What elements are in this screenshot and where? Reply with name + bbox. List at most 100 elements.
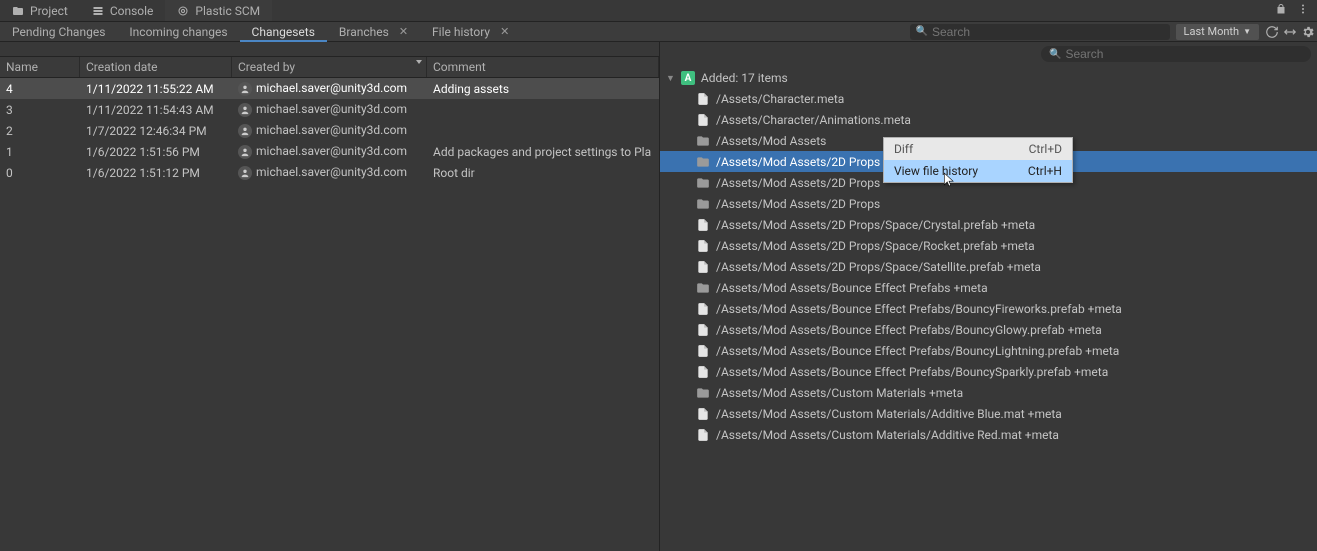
context-menu: Diff Ctrl+D View file historyCtrl+H <box>883 137 1073 183</box>
added-group-label: Added: 17 items <box>701 71 788 85</box>
subtab-branches[interactable]: Branches✕ <box>327 22 420 41</box>
changesets-body: 41/11/2022 11:55:22 AMmichael.saver@unit… <box>0 78 659 183</box>
file-tree-item[interactable]: /Assets/Mod Assets/Bounce Effect Prefabs… <box>660 340 1317 361</box>
cell-created-by: michael.saver@unity3d.com <box>232 144 427 159</box>
folder-icon <box>12 5 24 17</box>
refresh-button[interactable] <box>1263 23 1281 41</box>
global-search-input[interactable] <box>932 25 1164 39</box>
cell-date: 1/11/2022 11:54:43 AM <box>80 103 232 117</box>
file-path-label: /Assets/Mod Assets <box>716 134 826 148</box>
plastic-icon <box>177 5 189 17</box>
context-menu-item[interactable]: Diff Ctrl+D <box>884 138 1072 160</box>
cell-comment: Adding assets <box>427 82 659 96</box>
right-search-box[interactable]: 🔍 <box>1041 46 1311 62</box>
mouse-cursor <box>942 170 956 188</box>
added-badge-icon: A <box>681 71 695 85</box>
file-tree-item[interactable]: /Assets/Mod Assets/Bounce Effect Prefabs… <box>660 361 1317 382</box>
subtab-changesets[interactable]: Changesets <box>240 22 327 41</box>
file-path-label: /Assets/Character/Animations.meta <box>716 113 911 127</box>
file-tree-item[interactable]: /Assets/Mod Assets/2D Props/Space/Crysta… <box>660 214 1317 235</box>
file-tree-item[interactable]: /Assets/Mod Assets/Bounce Effect Prefabs… <box>660 298 1317 319</box>
file-path-label: /Assets/Mod Assets/Bounce Effect Prefabs… <box>716 323 1102 337</box>
file-icon <box>696 302 710 316</box>
file-tree-item[interactable]: /Assets/Mod Assets/2D Props/Space/Satell… <box>660 256 1317 277</box>
file-tree-item[interactable]: /Assets/Mod Assets/Bounce Effect Prefabs… <box>660 277 1317 298</box>
cell-date: 1/11/2022 11:55:22 AM <box>80 82 232 96</box>
main-content: Name Creation date Created by Comment 41… <box>0 42 1317 551</box>
folder-icon <box>696 134 710 148</box>
settings-button[interactable] <box>1299 23 1317 41</box>
cell-name: 4 <box>0 82 80 96</box>
file-tree-item[interactable]: /Assets/Mod Assets/Custom Materials/Addi… <box>660 403 1317 424</box>
file-path-label: /Assets/Mod Assets/Bounce Effect Prefabs… <box>716 365 1108 379</box>
col-name[interactable]: Name <box>0 57 80 77</box>
folder-icon <box>696 386 710 400</box>
subtab-file-history[interactable]: File history✕ <box>420 22 521 41</box>
file-icon <box>696 92 710 106</box>
subtab-incoming-changes[interactable]: Incoming changes <box>117 22 239 41</box>
file-path-label: /Assets/Mod Assets/Bounce Effect Prefabs… <box>716 302 1122 316</box>
col-comment[interactable]: Comment <box>427 57 659 77</box>
changeset-row[interactable]: 01/6/2022 1:51:12 PMmichael.saver@unity3… <box>0 162 659 183</box>
subtab-pending-changes[interactable]: Pending Changes <box>0 22 117 41</box>
folder-icon <box>696 281 710 295</box>
right-search-input[interactable] <box>1065 47 1303 61</box>
file-path-label: /Assets/Mod Assets/2D Props <box>716 176 880 190</box>
file-path-label: /Assets/Mod Assets/Custom Materials/Addi… <box>716 428 1059 442</box>
file-tree-item[interactable]: /Assets/Mod Assets/Custom Materials +met… <box>660 382 1317 403</box>
added-group-header[interactable]: ▼ A Added: 17 items <box>660 68 1317 88</box>
cell-name: 0 <box>0 166 80 180</box>
changes-panel: 🔍 ▼ A Added: 17 items /Assets/Character.… <box>660 42 1317 551</box>
avatar-icon <box>238 166 252 180</box>
cell-created-by: michael.saver@unity3d.com <box>232 102 427 117</box>
file-tree-item[interactable]: /Assets/Mod Assets/2D Props/Space/Rocket… <box>660 235 1317 256</box>
file-icon <box>696 365 710 379</box>
file-tree-item[interactable]: /Assets/Mod Assets/Custom Materials/Addi… <box>660 424 1317 445</box>
cell-created-by: michael.saver@unity3d.com <box>232 123 427 138</box>
file-tree-item[interactable]: /Assets/Character/Animations.meta <box>660 109 1317 130</box>
folder-icon <box>696 197 710 211</box>
changeset-row[interactable]: 11/6/2022 1:51:56 PMmichael.saver@unity3… <box>0 141 659 162</box>
col-creation-date[interactable]: Creation date <box>80 57 232 77</box>
ctx-shortcut: Ctrl+D <box>1029 142 1062 156</box>
date-filter-dropdown[interactable]: Last Month ▼ <box>1176 24 1259 40</box>
col-created-by[interactable]: Created by <box>232 57 427 77</box>
cell-name: 3 <box>0 103 80 117</box>
file-tree-item[interactable]: /Assets/Mod Assets/2D Props <box>660 193 1317 214</box>
folder-icon <box>696 155 710 169</box>
tab-project[interactable]: Project <box>0 0 80 21</box>
file-icon <box>696 239 710 253</box>
cell-comment: Root dir <box>427 166 659 180</box>
folder-icon <box>696 176 710 190</box>
file-path-label: /Assets/Mod Assets/Bounce Effect Prefabs… <box>716 344 1119 358</box>
file-icon <box>696 218 710 232</box>
chevron-down-icon: ▼ <box>1243 27 1251 36</box>
file-icon <box>696 344 710 358</box>
kebab-icon[interactable] <box>1297 3 1309 18</box>
cell-comment: Add packages and project settings to Pla <box>427 145 659 159</box>
file-icon <box>696 323 710 337</box>
top-right-controls <box>1275 3 1317 18</box>
changesets-panel: Name Creation date Created by Comment 41… <box>0 42 660 551</box>
global-search-box[interactable]: 🔍 <box>910 24 1170 40</box>
close-icon[interactable]: ✕ <box>399 25 408 38</box>
changes-tree: ▼ A Added: 17 items /Assets/Character.me… <box>660 66 1317 445</box>
file-icon <box>696 428 710 442</box>
changeset-row[interactable]: 31/11/2022 11:54:43 AMmichael.saver@unit… <box>0 99 659 120</box>
lock-icon[interactable] <box>1275 3 1287 18</box>
context-menu-item[interactable]: View file historyCtrl+H <box>884 160 1072 182</box>
tab-plastic-scm[interactable]: Plastic SCM <box>165 0 272 21</box>
changeset-row[interactable]: 21/7/2022 12:46:34 PMmichael.saver@unity… <box>0 120 659 141</box>
avatar-icon <box>238 82 252 96</box>
changeset-row[interactable]: 41/11/2022 11:55:22 AMmichael.saver@unit… <box>0 78 659 99</box>
file-icon <box>696 260 710 274</box>
ctx-label: Diff <box>894 142 913 156</box>
cell-name: 1 <box>0 145 80 159</box>
tab-console[interactable]: Console <box>80 0 166 21</box>
file-tree-item[interactable]: /Assets/Mod Assets/Bounce Effect Prefabs… <box>660 319 1317 340</box>
tab-project-label: Project <box>30 4 68 18</box>
file-tree-item[interactable]: /Assets/Character.meta <box>660 88 1317 109</box>
swap-button[interactable] <box>1281 23 1299 41</box>
close-icon[interactable]: ✕ <box>500 25 509 38</box>
cell-date: 1/6/2022 1:51:56 PM <box>80 145 232 159</box>
